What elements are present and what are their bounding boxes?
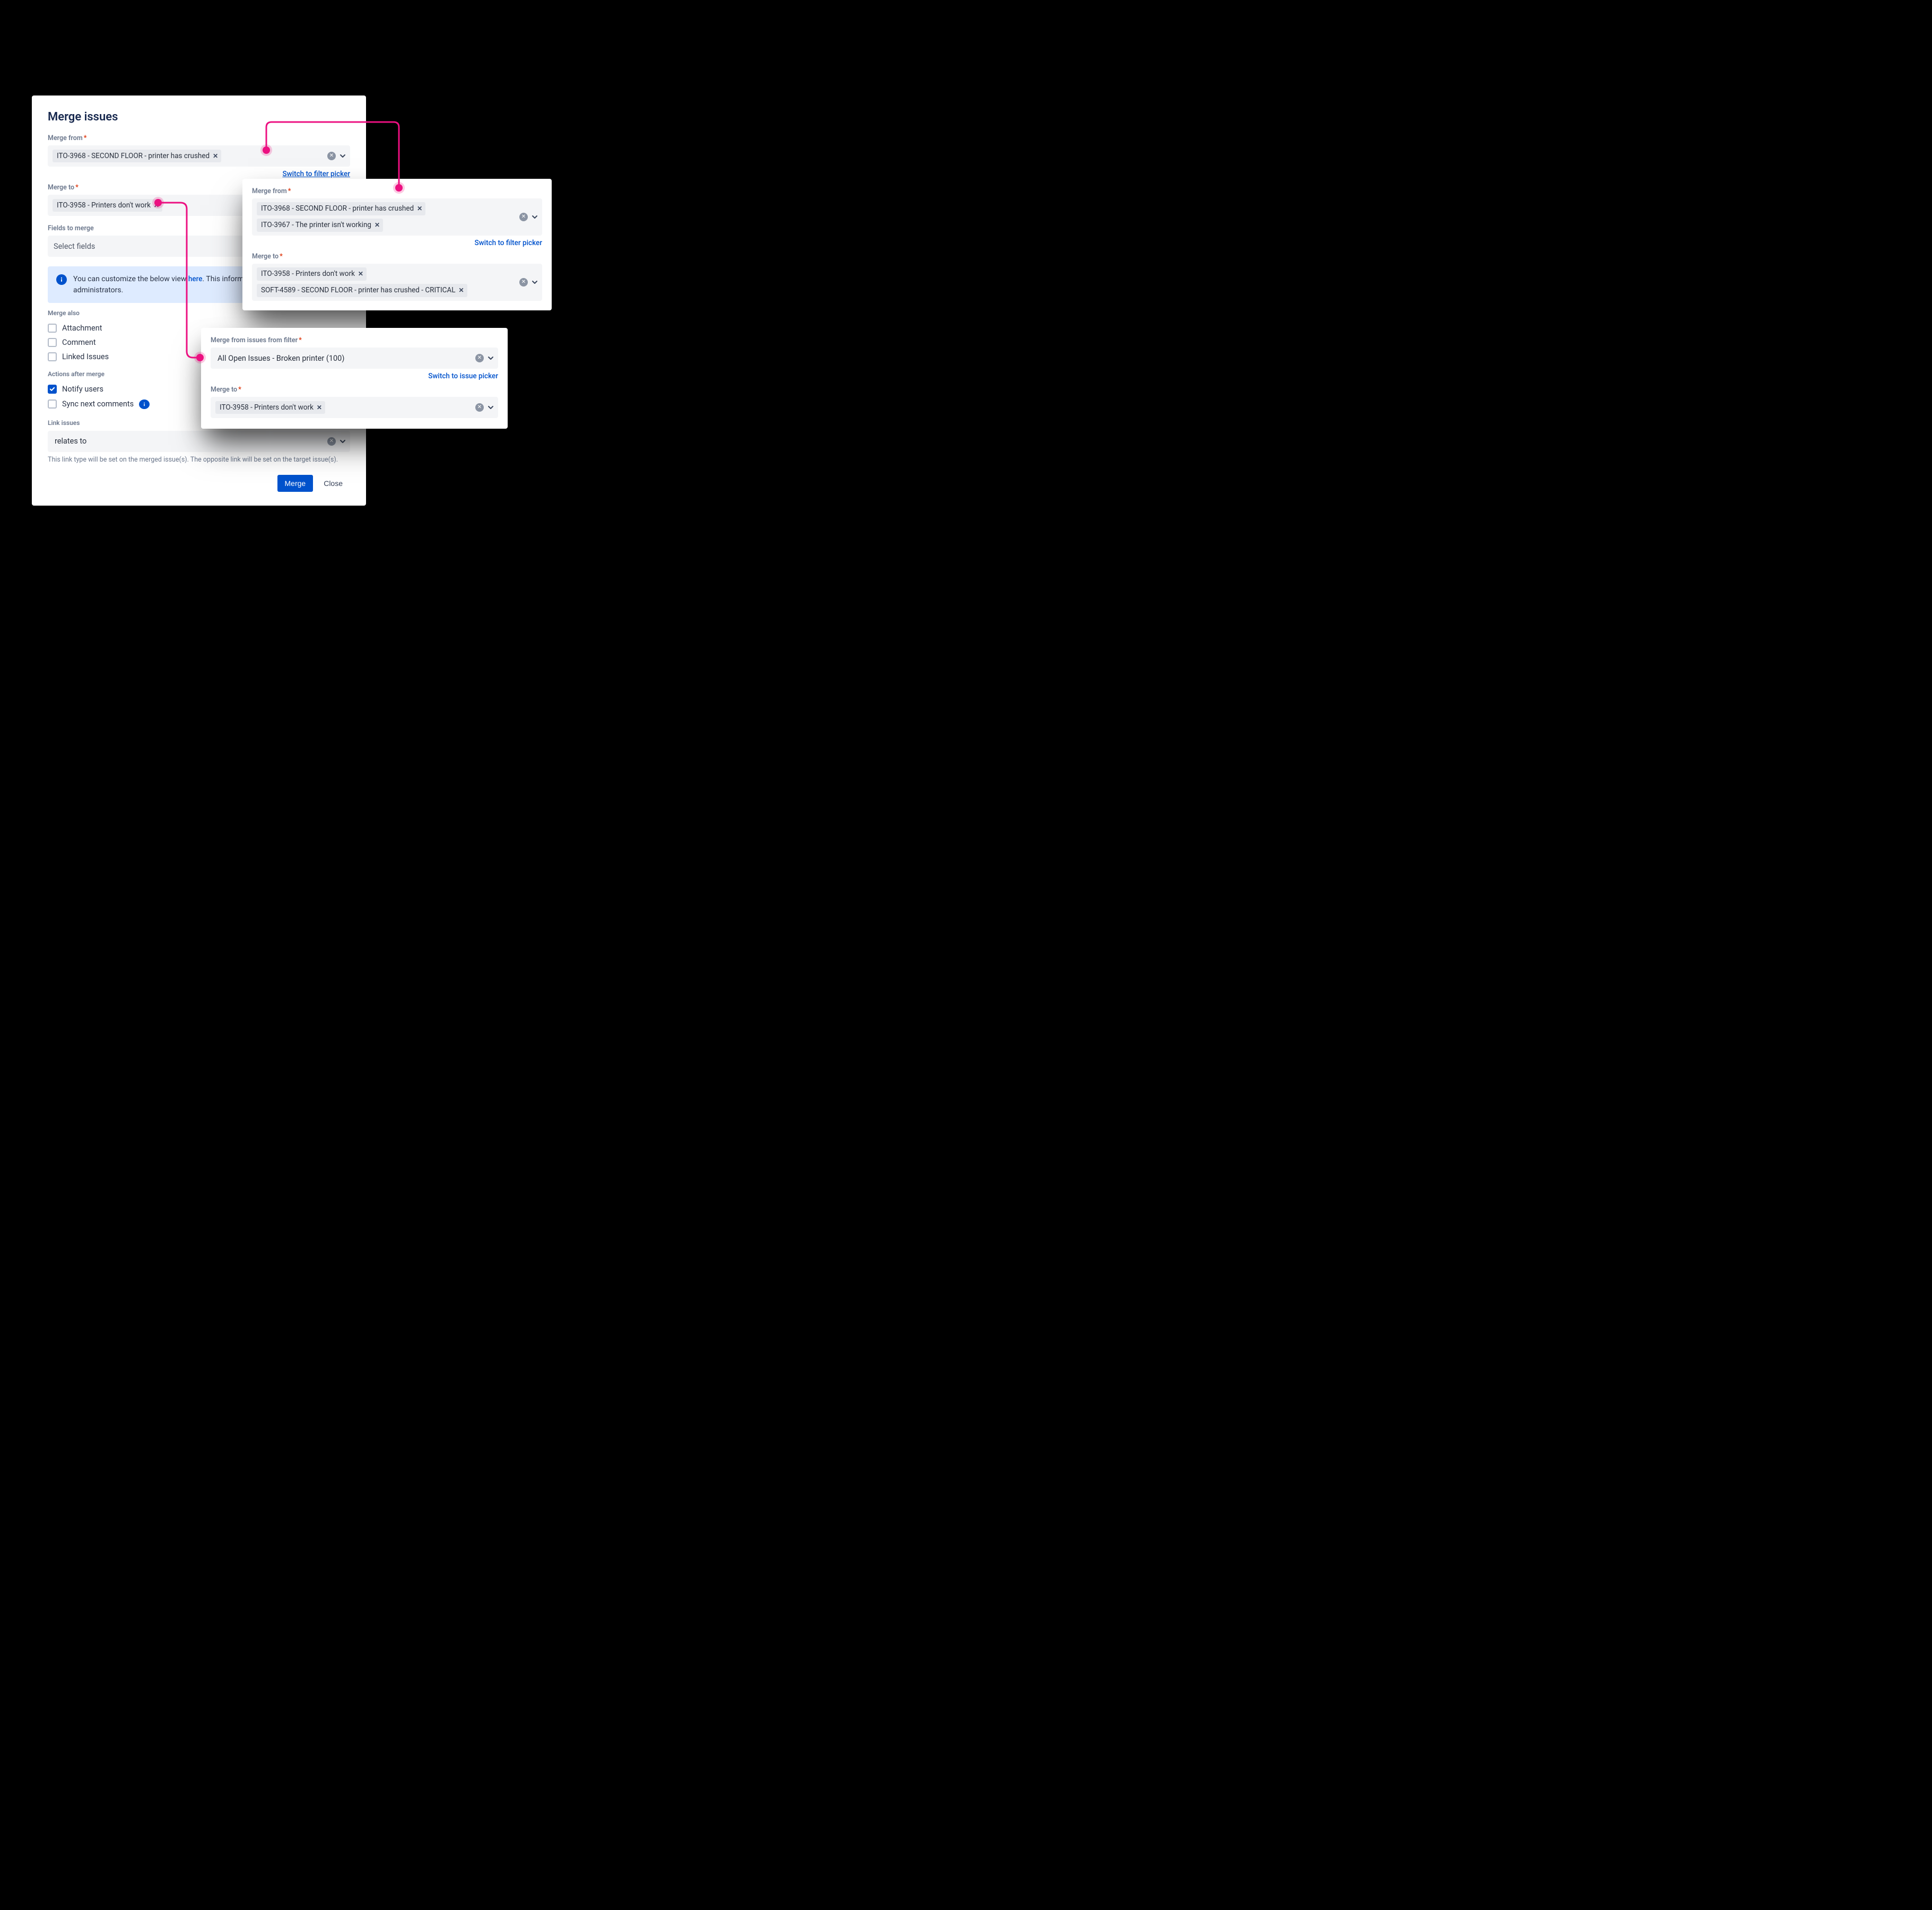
merge-from-label: Merge from* (252, 187, 542, 195)
chip-merge-to-1[interactable]: ITO-3958 - Printers don't work ✕ (53, 199, 162, 212)
chip-remove-icon[interactable]: ✕ (358, 270, 363, 279)
chip-remove-icon[interactable]: ✕ (375, 221, 380, 230)
chip-merge-from-1[interactable]: ITO-3968 - SECOND FLOOR - printer has cr… (53, 150, 221, 163)
chip-remove-icon[interactable]: ✕ (213, 152, 218, 161)
merge-to-select[interactable]: ITO-3958 - Printers don't work ✕ ✕ (211, 397, 498, 418)
chevron-down-icon[interactable] (338, 151, 347, 161)
chip-mt-1[interactable]: ITO-3958 - Printers don't work ✕ (257, 267, 367, 281)
clear-icon[interactable]: ✕ (327, 437, 336, 446)
chip-mf-2[interactable]: ITO-3967 - The printer isn't working ✕ (257, 219, 383, 232)
chip-mt-2[interactable]: SOFT-4589 - SECOND FLOOR - printer has c… (257, 284, 467, 297)
merge-from-select[interactable]: ITO-3968 - SECOND FLOOR - printer has cr… (48, 145, 350, 167)
chevron-down-icon[interactable] (486, 353, 495, 363)
merge-button[interactable]: Merge (277, 475, 314, 492)
checkbox-linked-issues[interactable] (48, 352, 57, 361)
merge-also-label: Merge also (48, 309, 350, 317)
info-icon[interactable] (139, 400, 150, 409)
chip-label: ITO-3958 - Printers don't work (220, 403, 314, 413)
checkbox-notify-label: Notify users (62, 385, 103, 394)
clear-icon[interactable]: ✕ (327, 152, 336, 160)
merge-to-label: Merge to* (211, 386, 498, 394)
checkbox-sync-label: Sync next comments (62, 400, 134, 409)
chip-remove-icon[interactable]: ✕ (154, 201, 159, 210)
checkbox-comment-label: Comment (62, 338, 96, 347)
link-issues-help: This link type will be set on the merged… (48, 455, 350, 465)
chevron-down-icon[interactable] (486, 403, 495, 412)
checkbox-sync[interactable] (48, 400, 57, 409)
chip-remove-icon[interactable]: ✕ (417, 204, 422, 213)
chip-label: ITO-3968 - SECOND FLOOR - printer has cr… (57, 151, 210, 161)
close-button[interactable]: Close (316, 475, 350, 492)
merge-to-multi-select[interactable]: ITO-3958 - Printers don't work ✕ SOFT-45… (252, 264, 542, 301)
switch-to-filter-link[interactable]: Switch to filter picker (282, 170, 350, 178)
clear-icon[interactable]: ✕ (475, 403, 484, 412)
checkbox-comment[interactable] (48, 338, 57, 347)
merge-to-label: Merge to* (252, 253, 542, 261)
chip-mf-1[interactable]: ITO-3968 - SECOND FLOOR - printer has cr… (257, 202, 425, 215)
merge-from-label: Merge from* (48, 134, 350, 142)
chip-label: ITO-3958 - Printers don't work (57, 201, 151, 211)
chip-label: SOFT-4589 - SECOND FLOOR - printer has c… (261, 285, 456, 296)
dialog-buttons: Merge Close (48, 475, 350, 492)
filter-value: All Open Issues - Broken printer (100) (215, 352, 346, 365)
chevron-down-icon[interactable] (338, 437, 347, 446)
link-issues-value: relates to (53, 435, 89, 448)
chip-remove-icon[interactable]: ✕ (459, 286, 464, 295)
chip-remove-icon[interactable]: ✕ (317, 403, 322, 412)
chevron-down-icon[interactable] (530, 277, 539, 287)
clear-icon[interactable]: ✕ (475, 354, 484, 362)
checkbox-notify[interactable] (48, 385, 57, 394)
link-issues-select[interactable]: relates to ✕ (48, 431, 350, 452)
checkbox-linked-issues-label: Linked Issues (62, 352, 109, 361)
fields-placeholder: Select fields (53, 240, 96, 253)
switch-to-filter-link[interactable]: Switch to filter picker (474, 239, 542, 247)
clear-icon[interactable]: ✕ (519, 213, 528, 221)
checkbox-attachment[interactable] (48, 324, 57, 333)
chevron-down-icon[interactable] (530, 212, 539, 222)
chip-label: ITO-3967 - The printer isn't working (261, 220, 371, 230)
merge-filter-panel: Merge from issues from filter* All Open … (201, 328, 508, 429)
chip-label: ITO-3968 - SECOND FLOOR - printer has cr… (261, 204, 414, 214)
chip-mt-filter[interactable]: ITO-3958 - Printers don't work ✕ (215, 401, 325, 414)
filter-label: Merge from issues from filter* (211, 336, 498, 344)
clear-icon[interactable]: ✕ (519, 278, 528, 286)
info-here-link[interactable]: here (188, 275, 203, 283)
filter-select[interactable]: All Open Issues - Broken printer (100) ✕ (211, 348, 498, 369)
chip-label: ITO-3958 - Printers don't work (261, 269, 355, 279)
switch-to-issue-picker-link[interactable]: Switch to issue picker (428, 372, 498, 380)
dialog-title: Merge issues (48, 110, 350, 124)
merge-from-multi-select[interactable]: ITO-3968 - SECOND FLOOR - printer has cr… (252, 198, 542, 236)
info-icon (56, 274, 67, 285)
checkbox-attachment-label: Attachment (62, 324, 102, 333)
merge-multi-panel: Merge from* ITO-3968 - SECOND FLOOR - pr… (242, 179, 552, 310)
